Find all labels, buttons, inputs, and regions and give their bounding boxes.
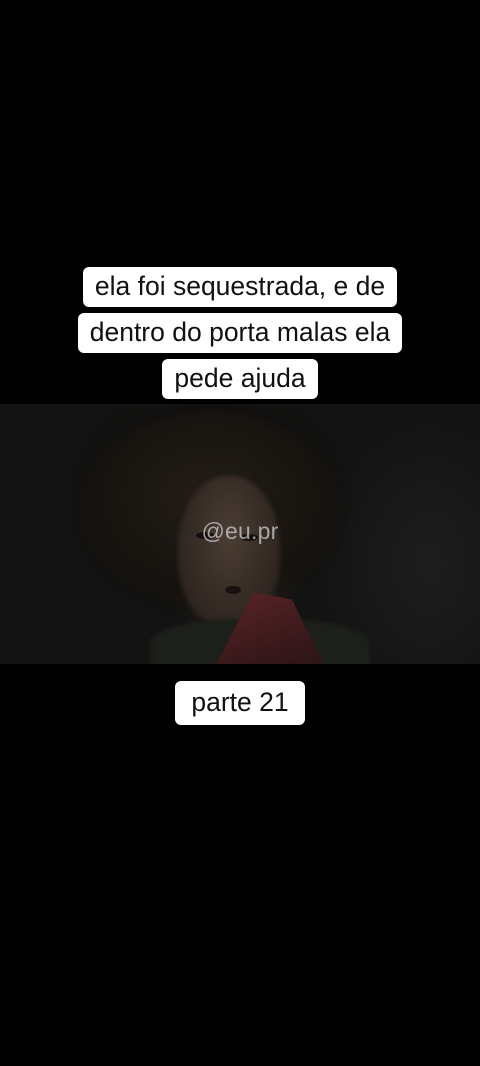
caption-bottom: parte 21 (0, 679, 480, 725)
caption-top-line-3: pede ajuda (162, 359, 318, 399)
caption-top-line-2: dentro do porta malas ela (77, 313, 403, 353)
caption-top-line-1: ela foi sequestrada, e de (82, 267, 398, 307)
video-frame: @eu.pr (0, 404, 480, 664)
watermark: @eu.pr (201, 518, 279, 544)
caption-bottom-text: parte 21 (175, 681, 305, 725)
caption-top: ela foi sequestrada, e de dentro do port… (0, 263, 480, 401)
person-mouth (225, 586, 241, 594)
video-screen[interactable]: ela foi sequestrada, e de dentro do port… (0, 0, 480, 1066)
